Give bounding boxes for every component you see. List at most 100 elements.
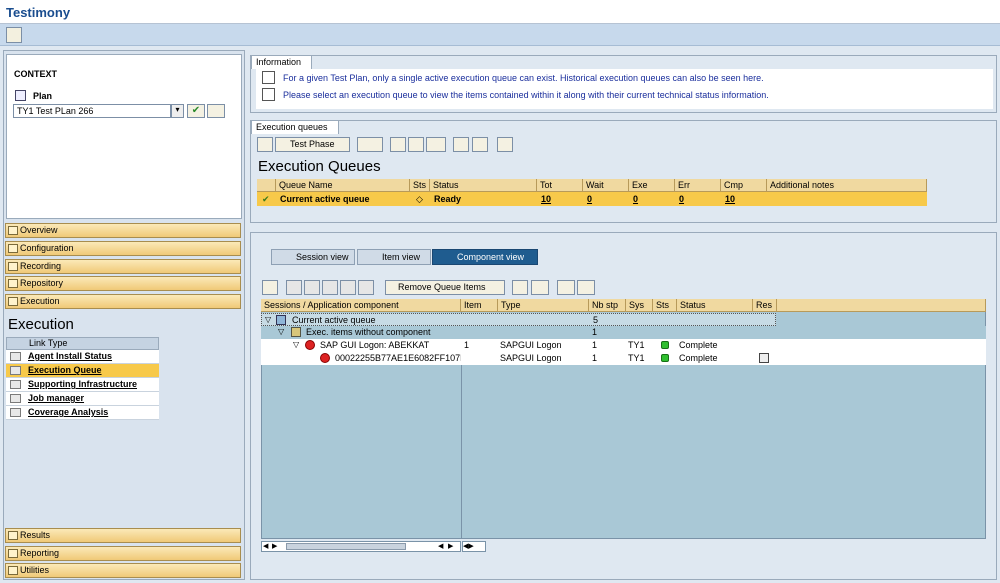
queue-row-name: Current active queue (280, 194, 370, 204)
link-execution-queue[interactable]: Execution Queue (6, 364, 159, 378)
views-stop-icon[interactable] (531, 280, 549, 295)
context-heading: CONTEXT (14, 69, 58, 79)
col-sys: Sys (626, 299, 653, 312)
sapgui-logon-icon (320, 353, 330, 363)
scroll-right-icon[interactable]: ▶ (272, 542, 277, 550)
plan-icon (15, 90, 26, 101)
col-views-sts: Sts (653, 299, 677, 312)
link-coverage-analysis[interactable]: Coverage Analysis (6, 406, 159, 420)
plan-dropdown-button[interactable]: ▾ (171, 104, 184, 118)
queue-tool-1-icon[interactable] (357, 137, 383, 152)
scroll-thumb[interactable] (286, 543, 406, 550)
tree-row[interactable]: 00022255B77AE1E6082FF107B SAPGUI Logon 1… (261, 352, 986, 365)
col-exe: Exe (629, 179, 675, 192)
filter-4-icon (340, 280, 356, 295)
scroll-left-2-icon[interactable]: ◀ (438, 542, 443, 550)
queue-row-err[interactable]: 0 (676, 193, 684, 206)
information-tab: Information (251, 55, 313, 69)
queue-tool-5-icon[interactable] (453, 137, 469, 152)
tree-row[interactable]: ▽ SAP GUI Logon: ABEKKAT 1 SAPGUI Logon … (261, 339, 986, 352)
link-agent-install-status[interactable]: Agent Install Status (6, 350, 159, 364)
utilities-icon (8, 566, 18, 575)
stop-icon[interactable] (472, 137, 488, 152)
result-log-icon[interactable] (759, 353, 769, 363)
results-icon (8, 531, 18, 540)
reporting-icon (8, 549, 18, 558)
selected-check-icon: ✔ (262, 194, 270, 204)
tab-component-view[interactable]: Component view (432, 249, 538, 265)
remove-queue-items-button[interactable]: Remove Queue Items (385, 280, 505, 295)
col-status: Status (430, 179, 537, 192)
information-line-1: For a given Test Plan, only a single act… (283, 73, 764, 83)
col-res: Res (753, 299, 777, 312)
col-tot: Tot (537, 179, 583, 192)
col-filler (777, 299, 986, 312)
layout-icon[interactable] (497, 137, 513, 152)
refresh-icon[interactable] (257, 137, 273, 152)
col-type: Type (498, 299, 589, 312)
test-phase-button[interactable]: Test Phase (275, 137, 350, 152)
agent-icon (10, 352, 21, 361)
col-sessions-component: Sessions / Application component (261, 299, 461, 312)
tree-row[interactable]: ▽ Exec. items without component 1 (261, 326, 986, 339)
collapse-icon[interactable]: ▽ (293, 339, 299, 351)
scroll-left-icon[interactable]: ◀ (263, 542, 268, 550)
col-sts: Sts (410, 179, 430, 192)
nav-execution[interactable]: Execution (5, 294, 241, 309)
col-item: Item (461, 299, 498, 312)
queue-row-wait[interactable]: 0 (584, 193, 592, 206)
nav-repository[interactable]: Repository (5, 276, 241, 291)
horizontal-scrollbar[interactable]: ◀ ▶ ◀ ▶ (261, 541, 461, 552)
col-cmp: Cmp (721, 179, 767, 192)
col-additional-notes: Additional notes (767, 179, 927, 192)
nav-reporting[interactable]: Reporting (5, 546, 241, 561)
views-refresh-icon[interactable] (262, 280, 278, 295)
sapgui-logon-icon (305, 340, 315, 350)
execution-icon (8, 297, 18, 306)
information-line-2: Please select an execution queue to view… (283, 90, 769, 100)
app-title: Testimony (6, 5, 71, 20)
tab-item-view[interactable]: Item view (357, 249, 431, 265)
views-config-icon[interactable] (577, 280, 595, 295)
confirm-icon[interactable]: ✔ (187, 104, 205, 118)
nav-overview[interactable]: Overview (5, 223, 241, 238)
col-err: Err (675, 179, 721, 192)
nav-configuration[interactable]: Configuration (5, 241, 241, 256)
queue-folder-icon (276, 315, 286, 325)
queue-tool-4-icon[interactable] (426, 137, 446, 152)
collapse-icon[interactable]: ▽ (265, 314, 271, 326)
info-book-icon (262, 71, 275, 84)
queue-tool-3-icon[interactable] (408, 137, 424, 152)
views-tool-icon[interactable] (512, 280, 528, 295)
execution-queues-tab: Execution queues (251, 120, 339, 134)
queue-row-cmp[interactable]: 10 (722, 193, 735, 206)
queue-row-tot[interactable]: 10 (538, 193, 551, 206)
exit-icon[interactable] (6, 27, 22, 43)
filter-2-icon (304, 280, 320, 295)
link-type-header: Link Type (6, 337, 159, 350)
queue-row-exe[interactable]: 0 (630, 193, 638, 206)
link-supporting-infrastructure[interactable]: Supporting Infrastructure (6, 378, 159, 392)
col-nbstp: Nb stp (589, 299, 626, 312)
link-job-manager[interactable]: Job manager (6, 392, 159, 406)
right-scroll-controls[interactable]: ◀▶ (462, 541, 486, 552)
tab-session-view[interactable]: Session view (271, 249, 355, 265)
nav-recording[interactable]: Recording (5, 259, 241, 274)
views-layout-icon[interactable] (557, 280, 575, 295)
execution-title: Execution (8, 316, 74, 333)
infrastructure-icon (10, 380, 21, 389)
filter-3-icon (322, 280, 338, 295)
coverage-icon (10, 408, 21, 417)
new-document-icon[interactable] (207, 104, 225, 118)
filter-5-icon (358, 280, 374, 295)
scroll-right-2-icon[interactable]: ▶ (448, 542, 453, 550)
nav-results[interactable]: Results (5, 528, 241, 543)
queue-tool-2-icon[interactable] (390, 137, 406, 152)
queue-icon (10, 366, 21, 375)
nav-utilities[interactable]: Utilities (5, 563, 241, 578)
main-toolbar (0, 24, 1000, 46)
tree-row[interactable]: ▽ Current active queue 5 (261, 313, 776, 326)
plan-select[interactable]: TY1 Test PLan 266 (13, 104, 171, 118)
plan-select-value: TY1 Test PLan 266 (17, 106, 94, 116)
collapse-icon[interactable]: ▽ (278, 326, 284, 338)
